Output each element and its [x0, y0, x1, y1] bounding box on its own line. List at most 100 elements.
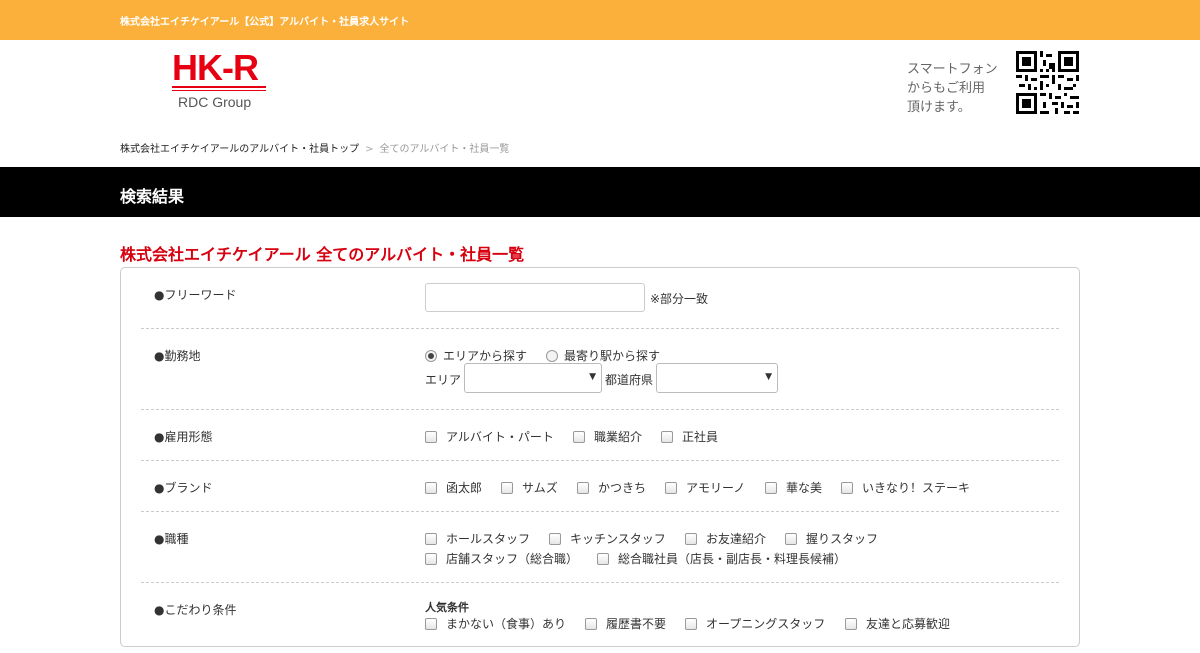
brand-option[interactable]: アモリーノ [665, 479, 745, 496]
condition-option[interactable]: 履歴書不要 [585, 615, 666, 632]
radio-station-label: 最寄り駅から探す [564, 349, 661, 363]
pref-label: 都道府県 [605, 373, 654, 387]
checkbox[interactable] [765, 481, 777, 494]
location-label: ●勤務地 [154, 349, 201, 363]
checkbox[interactable] [577, 481, 589, 494]
option-label: まかない（食事）あり [446, 617, 567, 631]
conditions-row: ●こだわり条件 人気条件 まかない（食事）あり 履歴書不要 オープニングスタッフ… [141, 583, 1059, 653]
chevron-down-icon: ▼ [765, 372, 772, 382]
employment-option[interactable]: 正社員 [661, 428, 718, 445]
page-title: 株式会社エイチケイアール 全てのアルバイト・社員一覧 [120, 245, 525, 264]
checkbox[interactable] [425, 552, 437, 565]
checkbox[interactable] [845, 617, 857, 630]
checkbox[interactable] [549, 532, 561, 545]
prefecture-select[interactable]: ▼ [656, 363, 778, 393]
option-label: 店舗スタッフ（総合職） [446, 552, 579, 566]
site-title: 株式会社エイチケイアール【公式】アルバイト・社員求人サイト [120, 17, 410, 28]
popular-conditions-title: 人気条件 [425, 601, 469, 614]
checkbox[interactable] [665, 481, 677, 494]
qr-code-icon [1016, 51, 1079, 114]
logo-subtitle: RDC Group [178, 94, 252, 110]
breadcrumb-current: 全てのアルバイト・社員一覧 [379, 144, 510, 155]
checkbox[interactable] [501, 481, 513, 494]
option-label: 友達と応募歓迎 [866, 617, 951, 631]
breadcrumb: 株式会社エイチケイアールのアルバイト・社員トップ > 全てのアルバイト・社員一覧 [120, 140, 509, 155]
job-option[interactable]: ホールスタッフ [425, 530, 530, 547]
freeword-input[interactable] [425, 283, 645, 312]
condition-option[interactable]: オープニングスタッフ [685, 615, 825, 632]
option-label: アルバイト・パート [446, 430, 554, 444]
checkbox[interactable] [841, 481, 853, 494]
option-label: 握りスタッフ [806, 532, 879, 546]
brand-option[interactable]: 華な美 [765, 479, 822, 496]
brand-option[interactable]: かつきち [577, 479, 646, 496]
checkbox[interactable] [425, 430, 437, 443]
option-label: 総合職社員（店長・副店長・料理長候補） [618, 552, 847, 566]
option-label: 履歴書不要 [606, 617, 667, 631]
checkbox[interactable] [785, 532, 797, 545]
qr-caption: スマートフォン からもご利用 頂けます。 [907, 60, 1012, 117]
conditions-label: ●こだわり条件 [154, 603, 237, 617]
condition-option[interactable]: まかない（食事）あり [425, 615, 566, 632]
checkbox[interactable] [597, 552, 609, 565]
qr-caption-line: からもご利用 [907, 81, 986, 96]
radio-button[interactable] [425, 349, 437, 362]
job-option[interactable]: 総合職社員（店長・副店長・料理長候補） [597, 550, 846, 567]
option-label: 正社員 [682, 430, 719, 444]
brand-option[interactable]: サムズ [501, 479, 558, 496]
company-logo[interactable]: HK-R RDC Group [172, 50, 268, 114]
employment-option[interactable]: アルバイト・パート [425, 428, 554, 445]
checkbox[interactable] [661, 430, 673, 443]
logo-rule-thin [172, 90, 266, 91]
option-label: オープニングスタッフ [706, 617, 826, 631]
breadcrumb-home-link[interactable]: 株式会社エイチケイアールのアルバイト・社員トップ [120, 144, 359, 155]
chevron-down-icon: ▼ [589, 372, 596, 382]
radio-station[interactable]: 最寄り駅から探す [546, 347, 660, 364]
condition-option[interactable]: 友達と応募歓迎 [845, 615, 950, 632]
job-label: ●職種 [154, 532, 189, 546]
job-option[interactable]: お友達紹介 [685, 530, 766, 547]
freeword-note: ※部分一致 [650, 292, 709, 306]
option-label: お友達紹介 [706, 532, 767, 546]
checkbox[interactable] [685, 532, 697, 545]
logo-mark: HK-R [172, 47, 259, 88]
area-select[interactable]: ▼ [464, 363, 602, 393]
results-banner: 検索結果 [0, 167, 1200, 217]
radio-area-label: エリアから探す [443, 349, 528, 363]
job-option[interactable]: 握りスタッフ [785, 530, 878, 547]
option-label: ホールスタッフ [446, 532, 531, 546]
checkbox[interactable] [425, 617, 437, 630]
option-label: 職業紹介 [594, 430, 643, 444]
job-row: ●職種 ホールスタッフ キッチンスタッフ お友達紹介 握りスタッフ 店舗スタッフ… [141, 512, 1059, 583]
radio-area[interactable]: エリアから探す [425, 347, 527, 364]
option-label: いきなり！ステーキ [862, 481, 971, 495]
banner-title: 検索結果 [120, 187, 185, 206]
employment-label: ●雇用形態 [154, 430, 213, 444]
checkbox[interactable] [425, 481, 437, 494]
breadcrumb-separator: > [365, 144, 374, 155]
option-label: かつきち [598, 481, 647, 495]
job-option[interactable]: キッチンスタッフ [549, 530, 666, 547]
qr-caption-line: 頂けます。 [907, 100, 971, 115]
job-option[interactable]: 店舗スタッフ（総合職） [425, 550, 578, 567]
employment-row: ●雇用形態 アルバイト・パート 職業紹介 正社員 [141, 410, 1059, 461]
brand-label: ●ブランド [154, 481, 213, 495]
checkbox[interactable] [573, 430, 585, 443]
brand-row: ●ブランド 函太郎 サムズ かつきち アモリーノ 華な美 いきなり！ステーキ [141, 461, 1059, 512]
radio-button[interactable] [546, 349, 558, 362]
qr-caption-line: スマートフォン [907, 62, 998, 77]
checkbox[interactable] [585, 617, 597, 630]
option-label: 函太郎 [446, 481, 483, 495]
search-panel: ●フリーワード ※部分一致 ●勤務地 エリアから探す 最寄り駅から探す エリア … [120, 267, 1080, 647]
freeword-label: ●フリーワード [154, 288, 237, 302]
logo-rule [172, 86, 266, 88]
brand-option[interactable]: 函太郎 [425, 479, 482, 496]
brand-option[interactable]: いきなり！ステーキ [841, 479, 970, 496]
option-label: 華な美 [786, 481, 823, 495]
checkbox[interactable] [425, 532, 437, 545]
checkbox[interactable] [685, 617, 697, 630]
top-bar: 株式会社エイチケイアール【公式】アルバイト・社員求人サイト [0, 0, 1200, 40]
employment-option[interactable]: 職業紹介 [573, 428, 642, 445]
option-label: キッチンスタッフ [570, 532, 666, 546]
option-label: サムズ [522, 481, 558, 495]
